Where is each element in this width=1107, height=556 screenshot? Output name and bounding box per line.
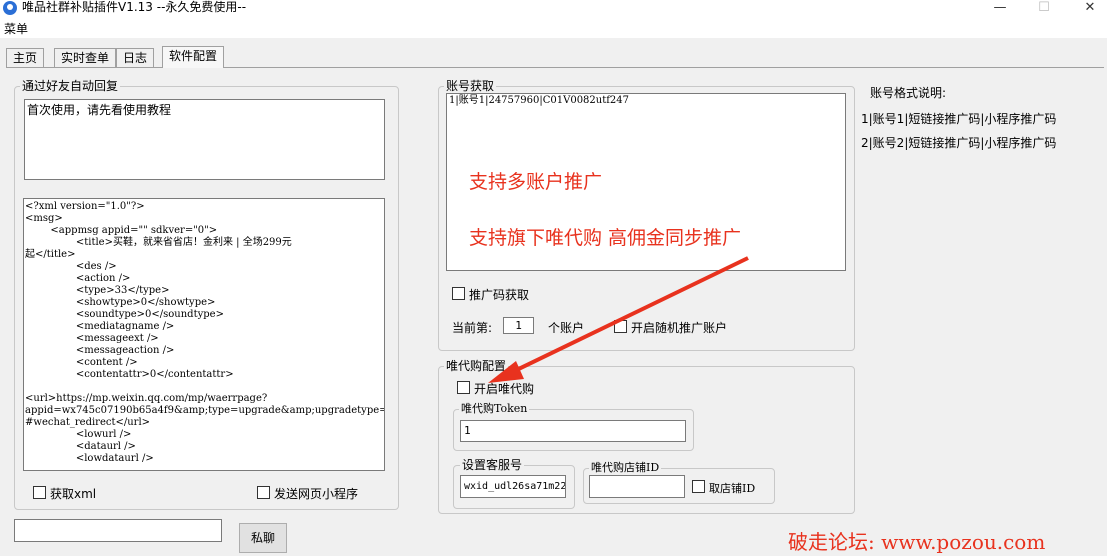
arrow-annotation-icon [488, 256, 749, 383]
tab-settings[interactable]: 软件配置 [162, 46, 225, 68]
watermark: 破走论坛: www.pozou.com [788, 530, 1046, 554]
